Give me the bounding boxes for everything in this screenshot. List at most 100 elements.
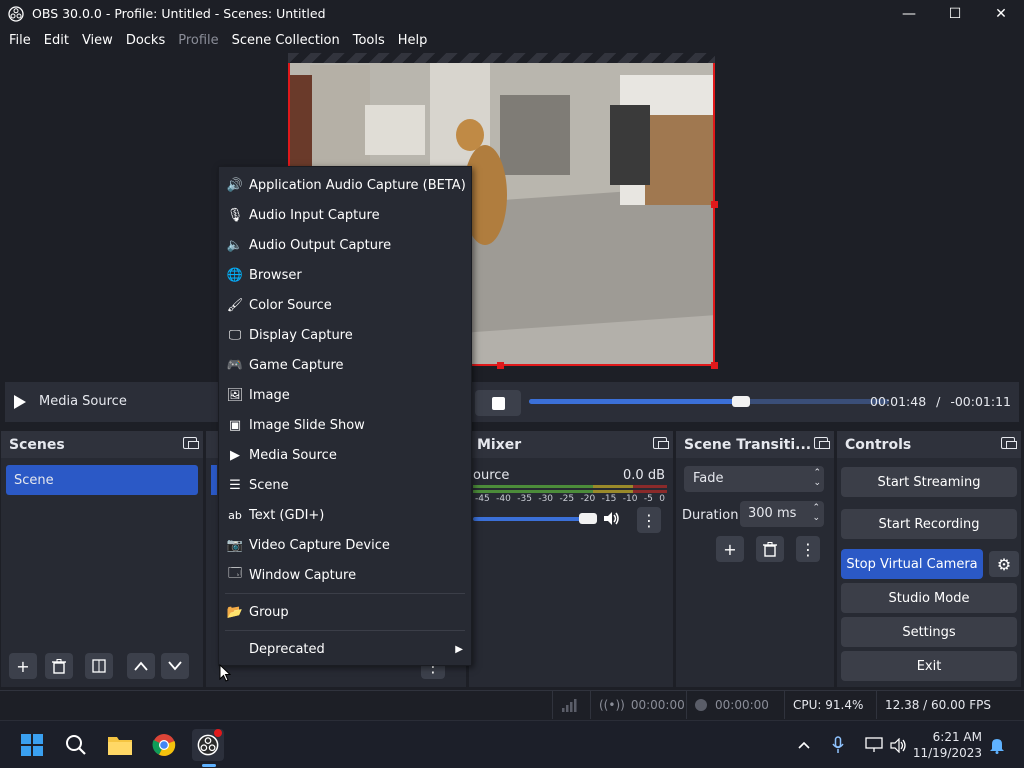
float-dock-icon[interactable] [1001,437,1017,449]
volume-slider-handle[interactable] [579,513,597,524]
network-strength [552,691,590,719]
seek-bar[interactable] [529,396,889,407]
meter-tick: -20 [580,494,596,504]
menu-item-image-slide-show[interactable]: ▣ Image Slide Show [219,410,471,440]
start-streaming-button[interactable]: Start Streaming [841,467,1017,497]
scene-list-item[interactable]: Scene [6,465,198,495]
source-list-item[interactable] [211,465,217,495]
play-icon[interactable] [13,394,27,410]
float-dock-icon[interactable] [183,437,199,449]
microphone-tray-button[interactable] [826,729,850,761]
menu-item-application-audio-capture[interactable]: 🔊 Application Audio Capture (BETA) [219,170,471,200]
remove-scene-button[interactable] [45,653,73,679]
menu-item-scene[interactable]: ☰ Scene [219,470,471,500]
transition-select[interactable]: Fade ⌃ ⌄ [684,466,824,492]
menu-edit[interactable]: Edit [39,33,74,48]
file-explorer-button[interactable] [104,729,136,761]
menu-item-game-capture[interactable]: 🎮 Game Capture [219,350,471,380]
chevron-down-icon [168,661,182,671]
controls-dock-header: Controls [837,431,1021,458]
virtual-camera-settings-button[interactable]: ⚙ [989,551,1019,577]
stop-icon [491,396,505,410]
menu-item-text-gdi[interactable]: ab Text (GDI+) [219,500,471,530]
updown-arrows-icon[interactable]: ⌃ ⌄ [812,503,820,523]
menu-help[interactable]: Help [393,33,433,48]
list-icon: ☰ [229,477,241,493]
menu-item-window-capture[interactable]: 🗔 Window Capture [219,560,471,590]
maximize-button[interactable]: ☐ [932,0,978,27]
menu-item-image[interactable]: 🖼 Image [219,380,471,410]
mixer-channel-name: ource [473,468,510,483]
stop-virtual-camera-button[interactable]: Stop Virtual Camera [841,549,983,579]
menu-scene-collection[interactable]: Scene Collection [227,33,345,48]
menu-item-deprecated[interactable]: Deprecated ▶ [219,634,471,664]
resize-handle[interactable] [711,201,718,208]
elapsed-time: 00:01:48 [870,394,927,409]
menu-item-label: Scene [249,477,289,493]
menu-view[interactable]: View [77,33,118,48]
remove-transition-button[interactable] [756,536,784,562]
clock[interactable]: 6:21 AM 11/19/2023 [912,729,982,761]
record-dot-icon [695,699,707,711]
minimize-button[interactable]: — [886,0,932,27]
show-hidden-icons-button[interactable] [792,729,816,761]
volume-slider[interactable] [473,517,593,521]
menu-item-color-source[interactable]: 🖌 Color Source [219,290,471,320]
meter-tick: -40 [496,494,511,504]
float-dock-icon[interactable] [653,437,669,449]
menu-item-label: Image [249,387,290,403]
move-scene-up-button[interactable] [127,653,155,679]
menu-item-label: Window Capture [249,567,357,583]
duration-spinbox[interactable]: 300 ms ⌃ ⌄ [740,501,824,527]
notifications-button[interactable] [984,729,1010,761]
menu-item-browser[interactable]: 🌐 Browser [219,260,471,290]
chrome-button[interactable] [148,729,180,761]
obs-taskbar-button[interactable] [192,729,224,767]
studio-mode-button[interactable]: Studio Mode [841,583,1017,613]
add-scene-button[interactable]: + [9,653,37,679]
close-button[interactable]: ✕ [978,0,1024,27]
media-controls-bar: Media Source 00:01:48 / -00:01:11 [5,382,1019,422]
menu-tools[interactable]: Tools [348,33,390,48]
menu-file[interactable]: File [4,33,36,48]
menu-item-label: Audio Output Capture [249,237,392,253]
play-icon: ▶ [230,447,240,463]
fps-readout: 12.38 / 60.00 FPS [876,691,1024,719]
exit-button[interactable]: Exit [841,651,1017,681]
resize-handle[interactable] [497,362,504,369]
mixer-menu-button[interactable]: ⋮ [637,507,661,533]
add-transition-button[interactable]: + [716,536,744,562]
quick-settings-button[interactable] [856,729,916,761]
menu-item-display-capture[interactable]: 🖵 Display Capture [219,320,471,350]
stop-button[interactable] [475,390,521,416]
settings-button[interactable]: Settings [841,617,1017,647]
menu-item-label: Text (GDI+) [249,507,325,523]
seek-handle[interactable] [732,396,751,407]
menu-item-label: Audio Input Capture [249,207,380,223]
chevron-up-icon [134,661,148,671]
gear-icon: ⚙ [996,554,1012,574]
monitor-icon: 🖵 [228,327,242,343]
start-recording-button[interactable]: Start Recording [841,509,1017,539]
menu-item-audio-output-capture[interactable]: 🔈 Audio Output Capture [219,230,471,260]
scene-filters-button[interactable] [85,653,113,679]
menu-item-media-source[interactable]: ▶ Media Source [219,440,471,470]
media-source-label: Media Source [39,394,127,409]
meter-tick: 0 [659,494,665,504]
move-scene-down-button[interactable] [161,653,189,679]
float-dock-icon[interactable] [814,437,830,449]
start-button[interactable] [16,729,48,761]
menu-separator [225,630,465,631]
speaker-icon[interactable] [603,511,621,526]
resize-handle[interactable] [711,362,718,369]
menu-item-audio-input-capture[interactable]: 🎙 Audio Input Capture [219,200,471,230]
menu-profile[interactable]: Profile [173,33,223,48]
transition-menu-button[interactable]: ⋮ [796,536,820,562]
search-button[interactable] [60,729,92,761]
menu-item-group[interactable]: 📂 Group [219,597,471,627]
menu-item-video-capture-device[interactable]: 📷 Video Capture Device [219,530,471,560]
slideshow-icon: ▣ [228,417,242,433]
menu-item-label: Image Slide Show [249,417,365,433]
menu-docks[interactable]: Docks [121,33,170,48]
chevron-up-icon [798,741,810,749]
